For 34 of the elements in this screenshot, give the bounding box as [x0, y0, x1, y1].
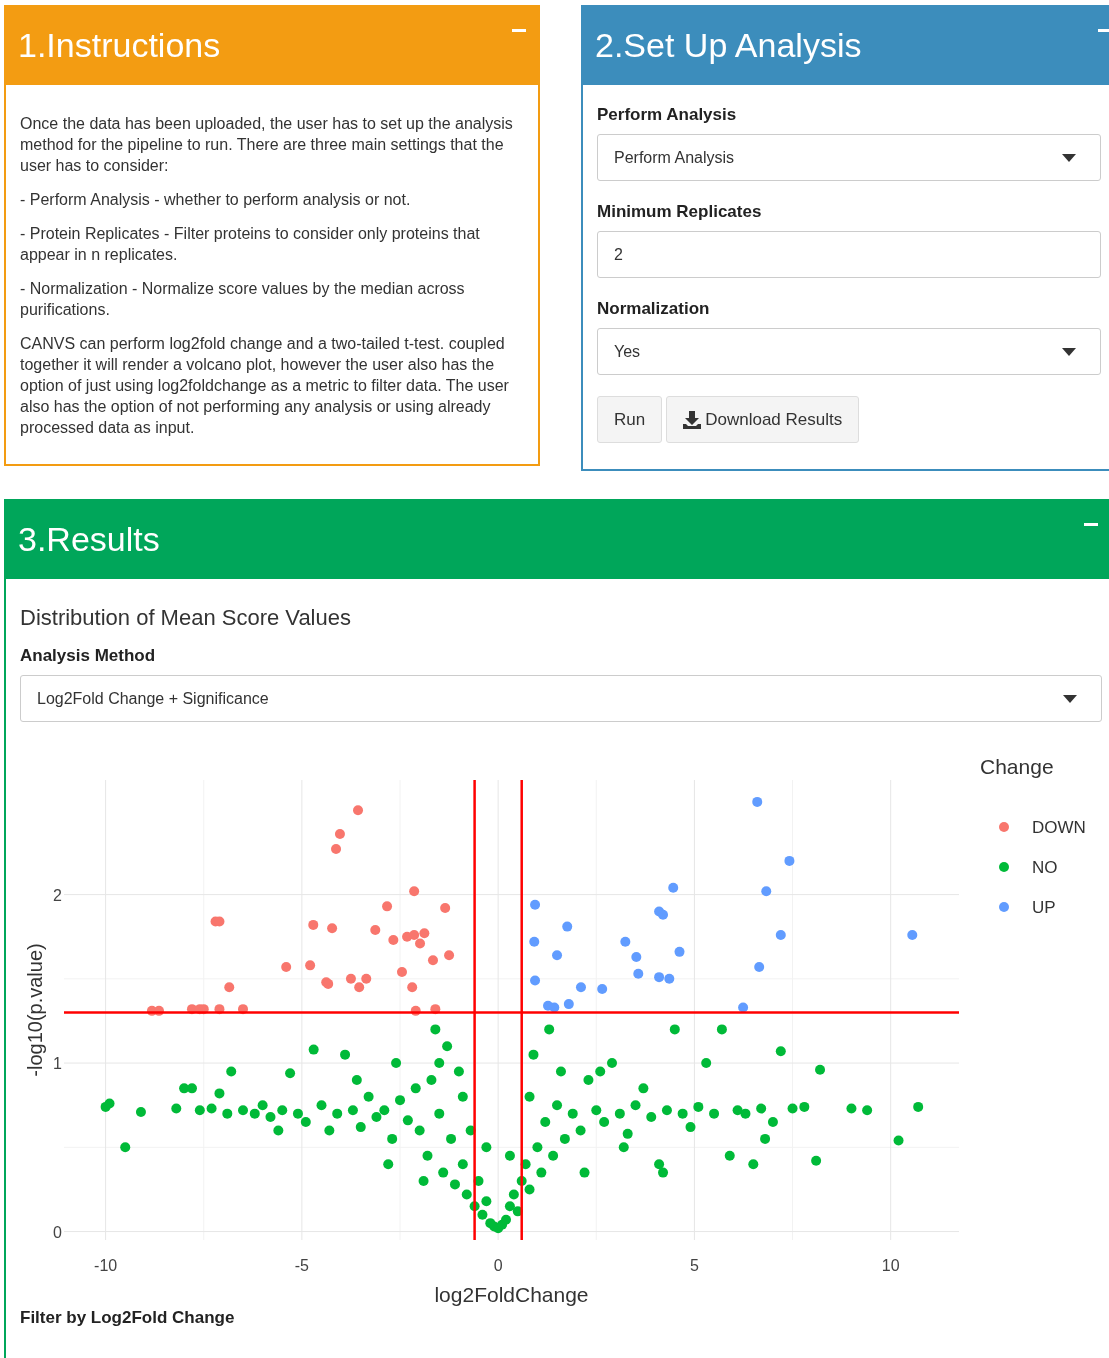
- input-field[interactable]: 2: [597, 231, 1101, 278]
- dropdown[interactable]: Log2Fold Change + Significance: [20, 675, 1102, 722]
- tick-label: 0: [493, 1257, 503, 1274]
- instruction-text: - Perform Analysis - whether to perform analysis or not.: [20, 190, 412, 210]
- run-button[interactable]: Run: [597, 396, 663, 443]
- instruction-text: - Normalization - Normalize score values by the median across purifications.: [20, 279, 466, 320]
- legend-label: DOWN: [1032, 818, 1086, 837]
- panel-title: 3.Results: [18, 519, 160, 559]
- panel-title: 2.Set Up Analysis: [595, 25, 862, 65]
- tick-label: 2: [53, 886, 62, 904]
- section-heading: Distribution of Mean Score Values: [20, 605, 351, 631]
- field-label: Analysis Method: [20, 646, 156, 666]
- tick-label: -10: [94, 1257, 118, 1274]
- dropdown[interactable]: Perform Analysis: [597, 134, 1101, 181]
- instruction-text: CANVS can perform log2fold change and a two-tailed t-test. coupled together it will render a volcano plot, however the user also has the option of just using log2foldchange as a metric to filter data. The user also has the option of not performing any analysis or using already processed data as input.: [20, 334, 510, 438]
- tick-label: 5: [689, 1257, 699, 1274]
- panel-title: 1.Instructions: [18, 25, 221, 65]
- field-label: Normalization: [597, 299, 710, 319]
- tick-label: 0: [53, 1223, 62, 1241]
- tick-label: -5: [294, 1257, 309, 1274]
- axis-title: log2FoldChange: [434, 1283, 589, 1306]
- tick-label: 1: [53, 1055, 62, 1073]
- legend-title: Change: [980, 755, 1054, 778]
- field-label: Perform Analysis: [597, 105, 737, 125]
- legend-label: NO: [1032, 858, 1058, 877]
- dropdown[interactable]: Yes: [597, 328, 1101, 375]
- field-label: Minimum Replicates: [597, 202, 762, 222]
- download-button[interactable]: Download Results: [666, 396, 860, 443]
- legend-label: UP: [1032, 898, 1056, 917]
- tick-label: 10: [881, 1257, 900, 1274]
- field-label: Filter by Log2Fold Change: [20, 1308, 235, 1328]
- instruction-text: - Protein Replicates - Filter proteins to consider only proteins that appear in n replicates.: [20, 224, 481, 265]
- instruction-text: Once the data has been uploaded, the user has to set up the analysis method for the pipeline to run. There are three main settings that the user has to consider:: [20, 114, 514, 176]
- axis-title: -log10(p.value): [24, 943, 46, 1077]
